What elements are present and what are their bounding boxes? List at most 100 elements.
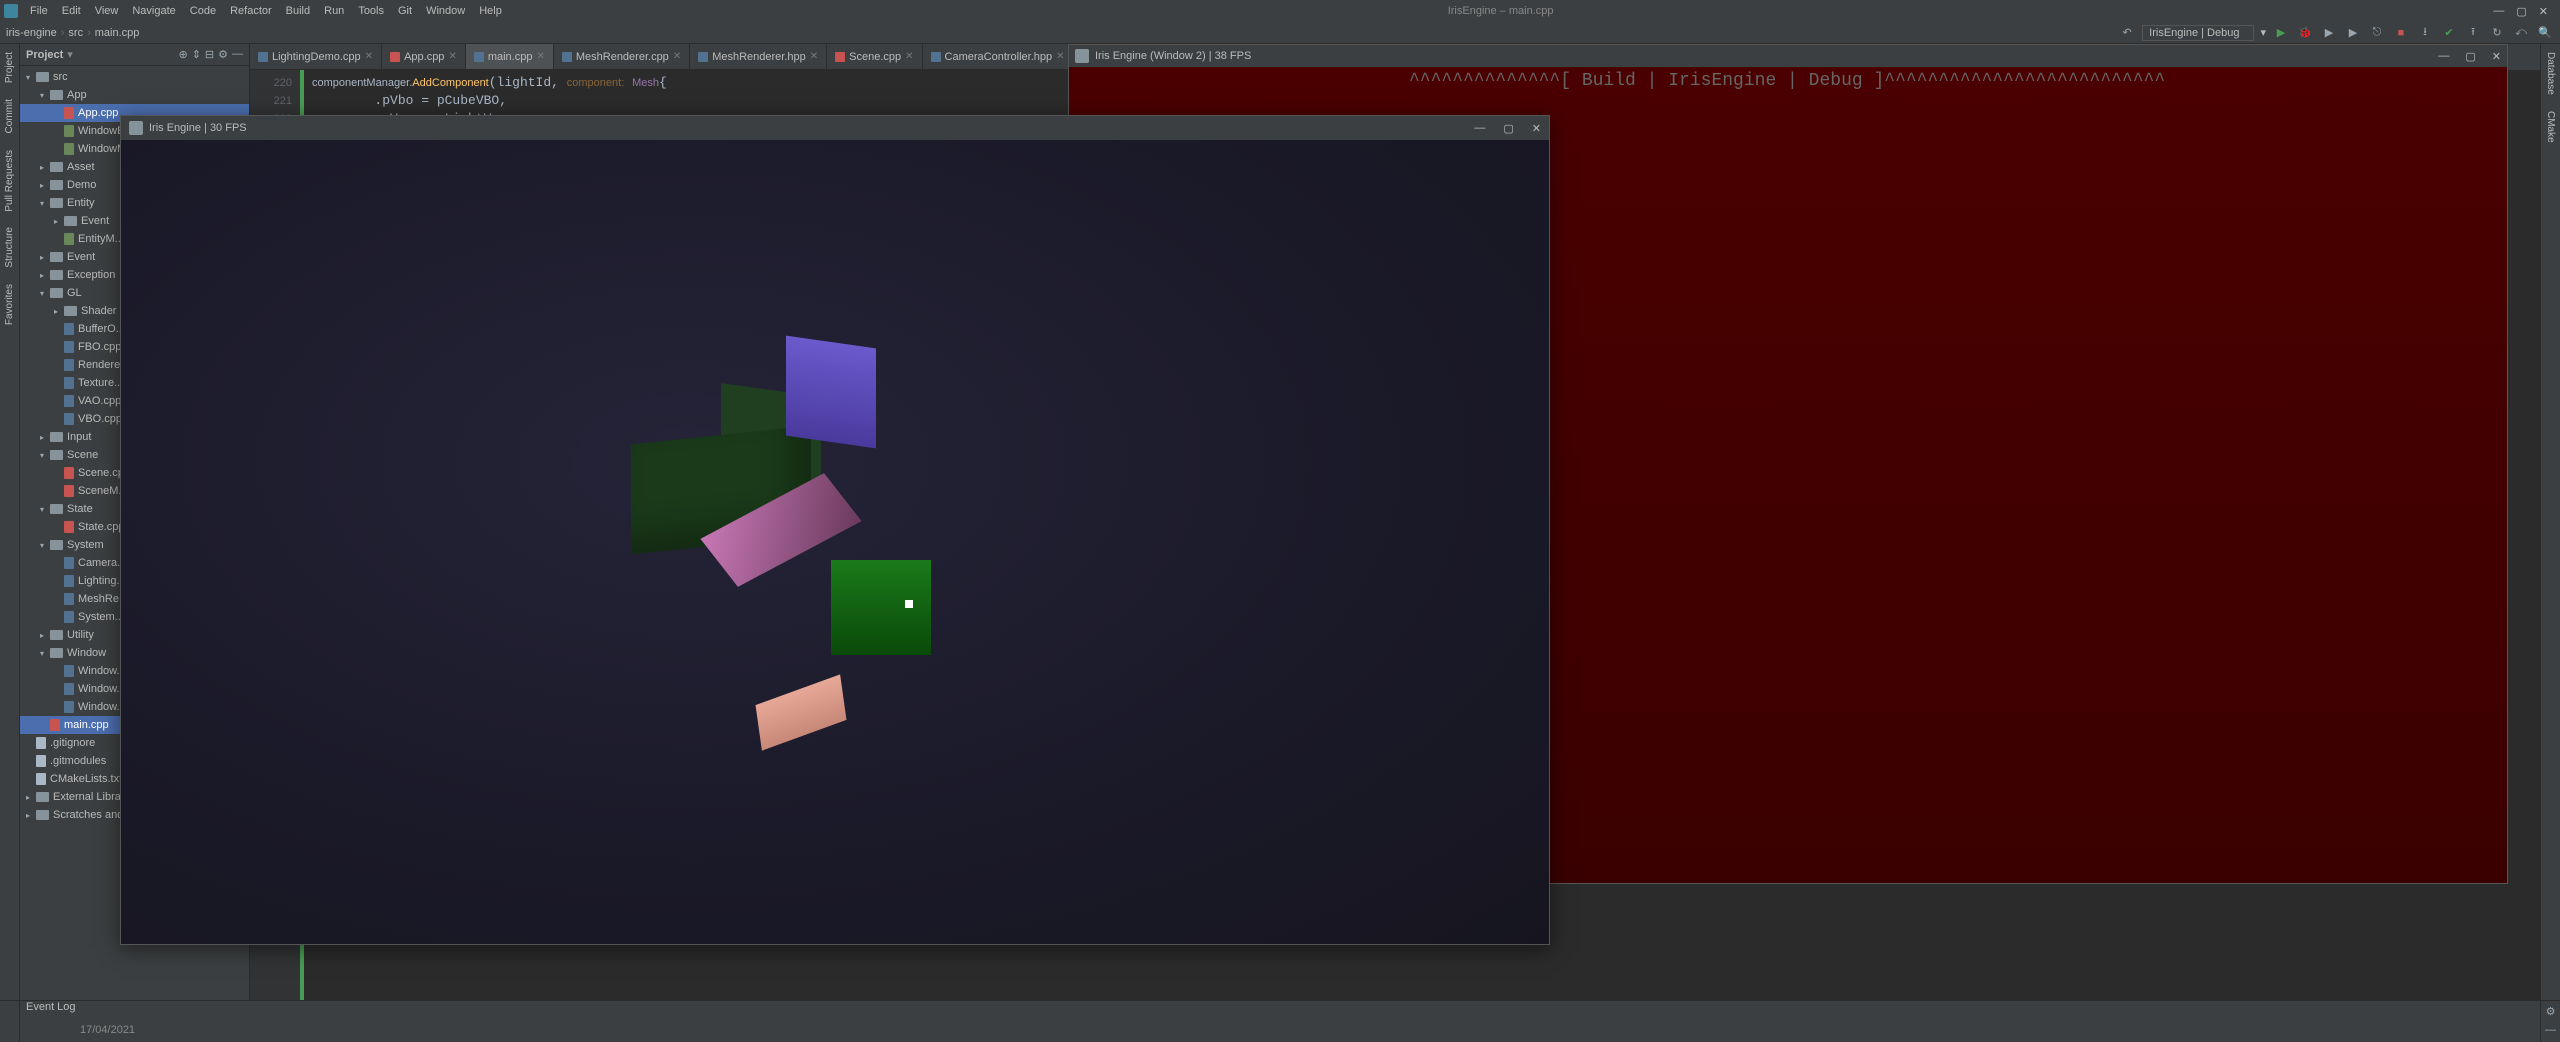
tool-structure[interactable]: Structure bbox=[4, 223, 15, 272]
maximize-icon[interactable]: ▢ bbox=[2465, 50, 2475, 63]
hide-icon[interactable]: — bbox=[2545, 1024, 2556, 1036]
file-icon bbox=[64, 557, 74, 569]
scroll-icon[interactable]: ⊕ bbox=[178, 48, 187, 61]
git-pull-icon[interactable]: ⭳ bbox=[2416, 24, 2434, 42]
tree-arrow-icon[interactable]: ▾ bbox=[40, 541, 50, 550]
tab-close-icon[interactable]: ✕ bbox=[810, 51, 818, 62]
menu-file[interactable]: File bbox=[24, 3, 54, 19]
tree-item[interactable]: ▾App bbox=[20, 86, 249, 104]
tree-arrow-icon[interactable]: ▸ bbox=[54, 217, 64, 226]
tree-arrow-icon[interactable]: ▸ bbox=[40, 271, 50, 280]
editor-tab[interactable]: main.cpp✕ bbox=[466, 44, 554, 69]
event-log-row[interactable]: 17/04/2021 bbox=[28, 1015, 2532, 1042]
tool-pull-requests[interactable]: Pull Requests bbox=[4, 146, 15, 216]
history-icon[interactable]: ↻ bbox=[2488, 24, 2506, 42]
tree-arrow-icon[interactable]: ▸ bbox=[26, 811, 36, 820]
breadcrumb-item[interactable]: iris-engine bbox=[6, 27, 57, 39]
tree-item-label: State.cpp bbox=[78, 521, 124, 533]
file-icon bbox=[64, 377, 74, 389]
tab-close-icon[interactable]: ✕ bbox=[1056, 51, 1064, 62]
maximize-icon[interactable]: ▢ bbox=[1503, 122, 1513, 135]
tree-item-label: BufferO... bbox=[78, 323, 125, 335]
gear-icon[interactable]: ⚙ bbox=[218, 48, 228, 61]
run-config-select[interactable]: IrisEngine | Debug bbox=[2142, 25, 2254, 41]
editor-tab[interactable]: LightingDemo.cpp✕ bbox=[250, 44, 382, 69]
tool-project[interactable]: Project bbox=[4, 48, 15, 87]
git-update-icon[interactable]: ⭱ bbox=[2464, 24, 2482, 42]
tree-arrow-icon[interactable]: ▸ bbox=[40, 181, 50, 190]
menu-git[interactable]: Git bbox=[392, 3, 418, 19]
menu-edit[interactable]: Edit bbox=[56, 3, 87, 19]
menu-run[interactable]: Run bbox=[318, 3, 350, 19]
tree-arrow-icon[interactable]: ▾ bbox=[40, 91, 50, 100]
breadcrumb-item[interactable]: src bbox=[68, 27, 83, 39]
menu-navigate[interactable]: Navigate bbox=[126, 3, 181, 19]
close-icon[interactable]: ✕ bbox=[1532, 122, 1541, 135]
editor-tab[interactable]: Scene.cpp✕ bbox=[827, 44, 922, 69]
gear-icon[interactable]: ⚙ bbox=[2546, 1005, 2556, 1018]
minimize-icon[interactable]: — bbox=[1474, 122, 1485, 135]
menu-refactor[interactable]: Refactor bbox=[224, 3, 278, 19]
line-number: 221 bbox=[250, 92, 292, 110]
render-viewport[interactable] bbox=[121, 140, 1549, 944]
editor-tab[interactable]: CameraController.hpp✕ bbox=[923, 44, 1074, 69]
tree-arrow-icon[interactable]: ▾ bbox=[40, 649, 50, 658]
attach-icon[interactable]: ⎋ bbox=[2368, 24, 2386, 42]
tree-arrow-icon[interactable]: ▸ bbox=[40, 163, 50, 172]
tree-item[interactable]: ▾src bbox=[20, 68, 249, 86]
tree-arrow-icon[interactable]: ▾ bbox=[40, 199, 50, 208]
menu-build[interactable]: Build bbox=[280, 3, 316, 19]
stop-icon[interactable]: ■ bbox=[2392, 24, 2410, 42]
tab-close-icon[interactable]: ✕ bbox=[365, 51, 373, 62]
tool-database[interactable]: Database bbox=[2545, 48, 2556, 99]
revert-icon[interactable]: ⤺ bbox=[2512, 24, 2530, 42]
menu-help[interactable]: Help bbox=[473, 3, 508, 19]
search-icon[interactable]: 🔍 bbox=[2536, 24, 2554, 42]
menu-code[interactable]: Code bbox=[184, 3, 222, 19]
folder-icon bbox=[50, 630, 63, 640]
editor-tab[interactable]: MeshRenderer.hpp✕ bbox=[690, 44, 827, 69]
tree-arrow-icon[interactable]: ▸ bbox=[54, 307, 64, 316]
minimize-icon[interactable]: — bbox=[2438, 50, 2449, 63]
profile-icon[interactable]: ▶ bbox=[2344, 24, 2362, 42]
breadcrumb[interactable]: iris-engine›src›main.cpp bbox=[6, 27, 139, 39]
tool-cmake[interactable]: CMake bbox=[2545, 107, 2556, 147]
minimize-icon[interactable]: — bbox=[2493, 5, 2504, 18]
collapse-icon[interactable]: ⊟ bbox=[205, 48, 214, 61]
file-type-icon bbox=[562, 52, 572, 62]
expand-icon[interactable]: ⇕ bbox=[192, 48, 201, 61]
menu-window[interactable]: Window bbox=[420, 3, 471, 19]
tree-arrow-icon[interactable]: ▾ bbox=[26, 73, 36, 82]
event-log-rows[interactable]: 17/04/202115:48Build failed in...16:00Bu… bbox=[20, 1013, 2540, 1042]
close-icon[interactable]: ✕ bbox=[2492, 50, 2501, 63]
tool-commit[interactable]: Commit bbox=[4, 95, 15, 137]
editor-tab[interactable]: App.cpp✕ bbox=[382, 44, 466, 69]
tree-arrow-icon[interactable]: ▸ bbox=[26, 793, 36, 802]
coverage-icon[interactable]: ▶ bbox=[2320, 24, 2338, 42]
maximize-icon[interactable]: ▢ bbox=[2516, 5, 2526, 18]
tree-arrow-icon[interactable]: ▸ bbox=[40, 433, 50, 442]
run-icon[interactable]: ▶ bbox=[2272, 24, 2290, 42]
tab-close-icon[interactable]: ✕ bbox=[448, 51, 456, 62]
debug-icon[interactable]: 🐞 bbox=[2296, 24, 2314, 42]
tree-arrow-icon[interactable]: ▾ bbox=[40, 505, 50, 514]
back-icon[interactable]: ↶ bbox=[2118, 24, 2136, 42]
menu-view[interactable]: View bbox=[89, 3, 125, 19]
breadcrumb-item[interactable]: main.cpp bbox=[95, 27, 140, 39]
tree-arrow-icon[interactable]: ▸ bbox=[40, 631, 50, 640]
primary-render-window[interactable]: Iris Engine | 30 FPS — ▢ ✕ bbox=[120, 115, 1550, 945]
tree-arrow-icon[interactable]: ▾ bbox=[40, 289, 50, 298]
close-icon[interactable]: ✕ bbox=[2539, 5, 2548, 18]
menu-tools[interactable]: Tools bbox=[352, 3, 390, 19]
tree-arrow-icon[interactable]: ▸ bbox=[40, 253, 50, 262]
tab-close-icon[interactable]: ✕ bbox=[905, 51, 913, 62]
tab-close-icon[interactable]: ✕ bbox=[673, 51, 681, 62]
tool-favorites[interactable]: Favorites bbox=[4, 280, 15, 329]
hide-icon[interactable]: — bbox=[232, 48, 243, 61]
tree-arrow-icon[interactable]: ▾ bbox=[40, 451, 50, 460]
editor-tab[interactable]: MeshRenderer.cpp✕ bbox=[554, 44, 690, 69]
tab-close-icon[interactable]: ✕ bbox=[536, 51, 544, 62]
tree-item-label: Window... bbox=[78, 665, 126, 677]
folder-icon bbox=[36, 810, 49, 820]
git-push-icon[interactable]: ✔ bbox=[2440, 24, 2458, 42]
